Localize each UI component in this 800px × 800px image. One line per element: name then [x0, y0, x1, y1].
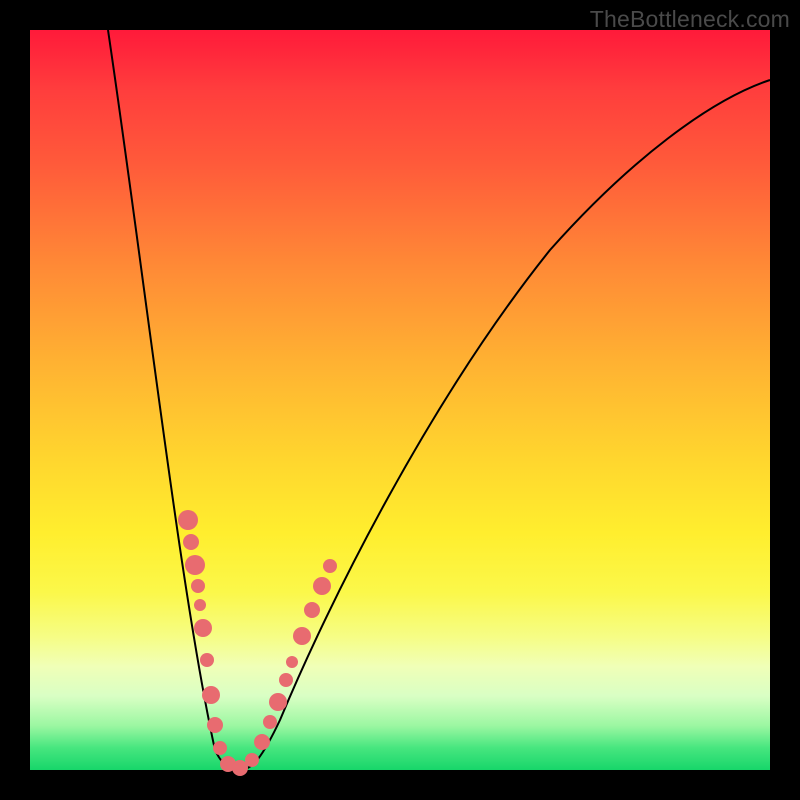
marker-point [200, 653, 214, 667]
marker-point [293, 627, 311, 645]
plot-area [30, 30, 770, 770]
marker-point [323, 559, 337, 573]
marker-point [304, 602, 320, 618]
marker-point [279, 673, 293, 687]
marker-point [263, 715, 277, 729]
marker-point [183, 534, 199, 550]
marker-point [191, 579, 205, 593]
marker-point [254, 734, 270, 750]
curve-svg [30, 30, 770, 770]
marker-point [194, 619, 212, 637]
marker-point [245, 753, 259, 767]
marker-point [202, 686, 220, 704]
chart-frame: TheBottleneck.com [0, 0, 800, 800]
marker-point [207, 717, 223, 733]
marker-point [185, 555, 205, 575]
marker-point [213, 741, 227, 755]
marker-point [178, 510, 198, 530]
marker-point [194, 599, 206, 611]
watermark-text: TheBottleneck.com [590, 6, 790, 33]
marker-point [286, 656, 298, 668]
marker-point [269, 693, 287, 711]
marker-point [313, 577, 331, 595]
